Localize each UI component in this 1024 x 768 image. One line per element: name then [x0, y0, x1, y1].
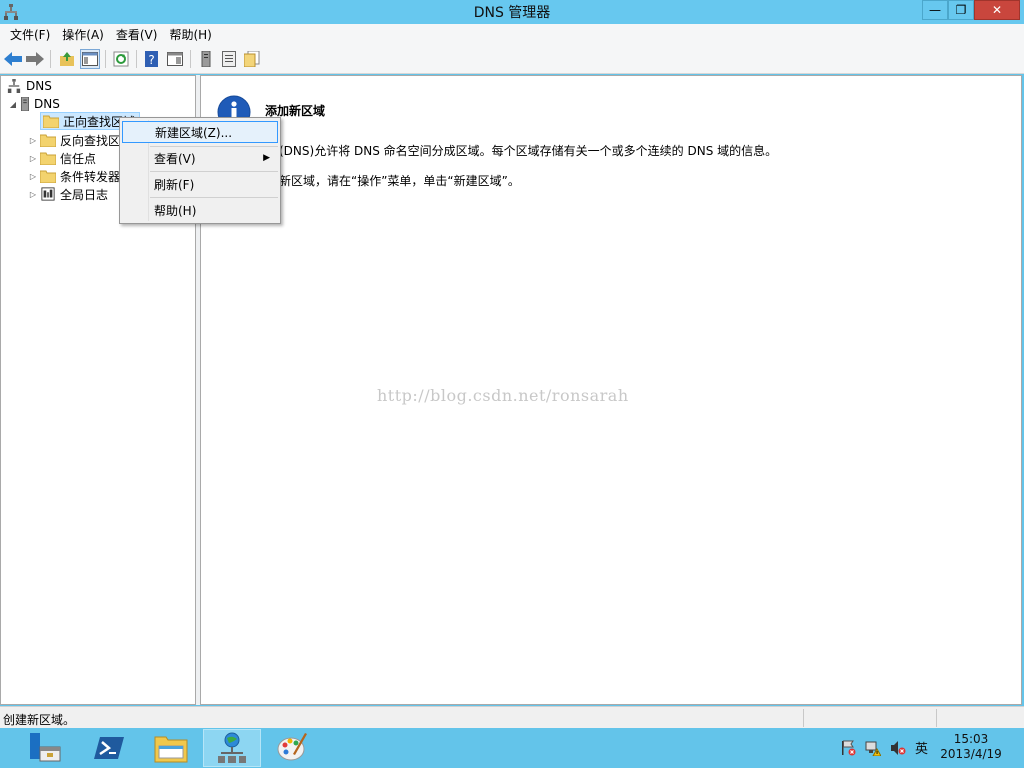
log-icon	[41, 187, 55, 201]
server-button[interactable]	[196, 49, 216, 69]
tree-item-label: 条件转发器	[60, 169, 121, 184]
file-explorer-icon	[154, 736, 188, 763]
properties-button[interactable]	[242, 49, 262, 69]
ime-indicator[interactable]: 英	[915, 738, 928, 757]
restore-button[interactable]: ❐	[948, 0, 974, 20]
collapsed-arrow-icon[interactable]: ▷	[28, 154, 38, 163]
window-title: DNS 管理器	[473, 5, 551, 21]
svg-text:?: ?	[148, 53, 154, 67]
description-line-2: 新区域，请在“操作”菜单，单击“新建区域”。	[279, 174, 520, 188]
clock-date: 2013/4/19	[940, 747, 1002, 761]
help-icon: ?	[145, 51, 158, 67]
tree-item-label: 信任点	[60, 151, 97, 166]
server-icon	[201, 51, 211, 67]
close-icon: ✕	[991, 3, 1003, 17]
close-button[interactable]: ✕	[974, 0, 1020, 20]
toolbar: ?	[0, 44, 1024, 74]
tree-item-conditional-forwarders[interactable]: ▷ 条件转发器	[28, 167, 120, 185]
minimize-icon: —	[929, 3, 941, 17]
forward-button[interactable]	[25, 49, 45, 69]
back-icon	[4, 52, 22, 66]
taskbar-file-explorer[interactable]	[142, 729, 200, 767]
show-console-tree-icon	[82, 52, 98, 66]
tree-server-label: DNS	[34, 97, 60, 111]
dns-manager-icon	[218, 732, 246, 763]
paint-icon	[277, 733, 307, 761]
taskbar-paint[interactable]	[264, 729, 322, 767]
taskbar-server-manager[interactable]	[16, 729, 74, 767]
forward-icon	[26, 52, 44, 66]
tree-item-trust-points[interactable]: ▷ 信任点	[28, 149, 96, 167]
server-icon	[21, 97, 29, 111]
tree-server-dns[interactable]: ◢ DNS	[8, 95, 60, 113]
ctx-help[interactable]: 帮助(H)	[122, 199, 278, 221]
folder-icon	[43, 115, 59, 128]
back-button[interactable]	[3, 49, 23, 69]
ctx-view[interactable]: 查看(V) ▶	[122, 147, 278, 169]
server-manager-icon	[30, 733, 61, 762]
network-icon[interactable]	[865, 740, 881, 756]
clock-time: 15:03	[953, 732, 989, 746]
properties-icon	[244, 51, 260, 67]
restore-icon: ❐	[955, 3, 967, 17]
refresh-icon	[113, 51, 129, 67]
description-line-1: (DNS)允许将 DNS 命名空间分成区域。每个区域存储有关一个或多个连续的 D…	[279, 144, 778, 158]
taskbar: 英 15:03 2013/4/19	[0, 728, 1024, 768]
list-icon	[222, 51, 236, 67]
context-menu: 新建区域(Z)... 查看(V) ▶ 刷新(F) 帮助(H)	[119, 117, 281, 224]
folder-icon	[40, 152, 56, 165]
menu-action[interactable]: 操作(A)	[56, 26, 110, 43]
tree-item-label: 全局日志	[60, 187, 109, 202]
watermark: http://blog.csdn.net/ronsarah	[377, 386, 629, 405]
ctx-item-label: 新建区域(Z)...	[155, 125, 233, 140]
menu-view[interactable]: 查看(V)	[110, 26, 164, 43]
title-bar[interactable]: DNS 管理器 — ❐ ✕	[0, 0, 1024, 24]
menu-file[interactable]: 文件(F)	[4, 26, 56, 43]
ctx-item-label: 帮助(H)	[154, 203, 197, 218]
submenu-arrow-icon: ▶	[263, 153, 270, 163]
dns-root-icon	[7, 79, 21, 93]
tree-item-global-logs[interactable]: ▷ 全局日志	[28, 185, 108, 203]
menu-bar: 文件(F) 操作(A) 查看(V) 帮助(H)	[0, 24, 1024, 44]
show-console-tree-button[interactable]	[80, 49, 100, 69]
up-folder-icon	[60, 52, 74, 66]
taskbar-powershell[interactable]	[80, 729, 138, 767]
help-button[interactable]: ?	[142, 49, 162, 69]
collapsed-arrow-icon[interactable]: ▷	[28, 172, 38, 181]
tree-item-reverse-zones[interactable]: ▷ 反向查找区域	[28, 131, 132, 149]
folder-icon	[40, 134, 56, 147]
menu-help[interactable]: 帮助(H)	[163, 26, 217, 43]
volume-icon[interactable]	[890, 740, 906, 756]
collapsed-arrow-icon[interactable]: ▷	[28, 136, 38, 145]
flag-icon[interactable]	[840, 740, 856, 756]
list-button[interactable]	[219, 49, 239, 69]
taskbar-dns-manager[interactable]	[203, 729, 261, 767]
minimize-button[interactable]: —	[922, 0, 948, 20]
status-bar: 创建新区域。	[0, 706, 1024, 728]
taskbar-clock[interactable]: 15:03 2013/4/19	[936, 732, 1006, 762]
ctx-refresh[interactable]: 刷新(F)	[122, 173, 278, 195]
powershell-icon	[94, 737, 124, 759]
expanded-arrow-icon[interactable]: ◢	[8, 100, 18, 109]
collapsed-arrow-icon[interactable]: ▷	[28, 190, 38, 199]
action-pane-button[interactable]	[165, 49, 185, 69]
ctx-item-label: 查看(V)	[154, 151, 196, 166]
status-text: 创建新区域。	[3, 713, 76, 727]
ctx-new-zone[interactable]: 新建区域(Z)...	[122, 121, 278, 143]
refresh-button[interactable]	[111, 49, 131, 69]
ctx-item-label: 刷新(F)	[154, 177, 195, 192]
folder-icon	[40, 170, 56, 183]
action-pane-icon	[167, 52, 183, 66]
up-button[interactable]	[57, 49, 77, 69]
tree-root-label: DNS	[26, 79, 52, 93]
tree-root-dns[interactable]: DNS	[6, 77, 52, 95]
